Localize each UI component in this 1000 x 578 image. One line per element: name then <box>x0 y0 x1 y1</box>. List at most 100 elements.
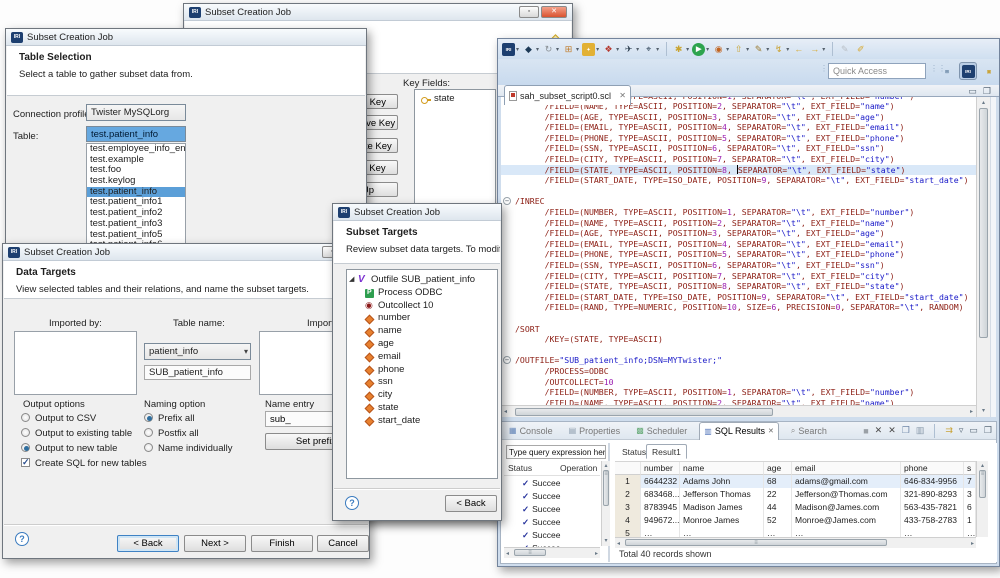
close-button[interactable]: ✕ <box>541 6 567 18</box>
panel-tab[interactable]: ▥ SQL Results ✕ <box>699 422 779 440</box>
quick-access-input[interactable] <box>828 63 926 79</box>
minimize-button[interactable]: ▫ <box>519 6 539 18</box>
column-header[interactable] <box>615 462 641 475</box>
editor-window-controls[interactable]: ▭❐ <box>968 86 991 97</box>
wizard-button[interactable]: Next > <box>184 535 246 552</box>
sql-table[interactable]: numbernameageemailphones16644232Adams Jo… <box>615 461 976 537</box>
table-combo[interactable]: test.patient_info <box>86 126 186 142</box>
column-header[interactable]: age <box>764 462 792 475</box>
table-row[interactable]: 16644232Adams John68adams@gmail.com646-8… <box>615 475 976 488</box>
chevron-down-icon[interactable]: ▾ <box>516 46 519 53</box>
fold-icon[interactable]: − <box>503 197 511 205</box>
chevron-down-icon[interactable]: ▾ <box>556 46 559 53</box>
remove-launch-icon[interactable]: ✕ <box>875 425 883 436</box>
chevron-down-icon[interactable]: ▾ <box>616 46 619 53</box>
new-project-icon[interactable]: ⊞ ▾ <box>562 43 579 56</box>
radio-option[interactable]: Prefix all <box>144 413 194 425</box>
status-row[interactable]: ✓Succee <box>504 477 600 490</box>
wizard-button[interactable]: Cancel <box>317 535 369 552</box>
open-perspective-icon[interactable]: ⊞ <box>938 62 956 80</box>
minimize-panel-icon[interactable]: ▭ <box>969 425 978 436</box>
column-header[interactable]: email <box>792 462 901 475</box>
new-table-name-field[interactable]: SUB_patient_info <box>144 365 251 380</box>
tree-item[interactable]: Outcollect 10 <box>347 300 497 313</box>
chevron-down-icon[interactable]: ▾ <box>706 46 709 53</box>
back-button[interactable]: < Back <box>445 495 497 512</box>
status-row[interactable]: ✓Succee <box>504 503 600 516</box>
tree-item[interactable]: start_date <box>347 415 497 428</box>
sync-icon[interactable]: ↻ ▾ <box>542 43 559 56</box>
status-table-header[interactable]: Status Operation <box>504 461 600 476</box>
status-vertical-scrollbar[interactable]: ▴ ≡ ▾ <box>601 461 610 546</box>
create-sql-checkbox[interactable]: Create SQL for new tables <box>21 458 147 470</box>
chevron-down-icon[interactable]: ▾ <box>536 46 539 53</box>
run-config-icon[interactable]: ◉ ▾ <box>712 43 729 56</box>
close-tab-icon[interactable]: ✕ <box>619 91 626 100</box>
inspect-icon[interactable]: ⌖ ▾ <box>642 43 659 56</box>
table-row[interactable]: 2683468...Jefferson Thomas22Jefferson@Th… <box>615 488 976 501</box>
wizard-button[interactable]: < Back <box>117 535 179 552</box>
chevron-down-icon[interactable]: ▾ <box>576 46 579 53</box>
radio-option[interactable]: Output to CSV <box>21 413 96 425</box>
panel-tab[interactable]: ▤ Properties <box>565 422 625 440</box>
view-menu-icon[interactable]: ▿ <box>959 425 964 436</box>
maximize-panel-icon[interactable]: ❐ <box>984 425 992 436</box>
tree-item[interactable]: state <box>347 402 497 415</box>
table-row[interactable]: 5……………… <box>615 527 976 537</box>
results-horizontal-scrollbar[interactable]: ◂ ≡ ▸ <box>615 537 976 548</box>
export-icon[interactable]: ⇧ ▾ <box>732 43 749 56</box>
tree-item[interactable]: ssn <box>347 376 497 389</box>
tree-item[interactable]: age <box>347 338 497 351</box>
operation-column-header[interactable]: Operation <box>560 463 597 473</box>
dart-icon[interactable]: ✈ ▾ <box>622 43 639 56</box>
tree-item[interactable]: number <box>347 312 497 325</box>
fold-icon[interactable]: − <box>503 356 511 364</box>
chevron-down-icon[interactable]: ▾ <box>822 46 825 53</box>
tree-item[interactable]: ◢ Outfile SUB_patient_info <box>347 274 497 287</box>
tree-item[interactable]: phone <box>347 364 497 377</box>
tree-item[interactable]: name <box>347 325 497 338</box>
iri-perspective-button[interactable]: IRI <box>959 62 977 80</box>
imported-by-listbox[interactable] <box>14 331 137 395</box>
key-field-item[interactable]: state <box>415 93 495 106</box>
tree-item[interactable]: email <box>347 351 497 364</box>
connection-profile-combo[interactable]: Twister MySQLorg <box>86 104 186 121</box>
table-row[interactable]: 4949672...Monroe James52Monroe@James.com… <box>615 514 976 527</box>
chevron-down-icon[interactable]: ▾ <box>656 46 659 53</box>
radio-option[interactable]: Postfix all <box>144 428 199 440</box>
help-button[interactable]: ? <box>15 532 29 546</box>
help-button[interactable]: ? <box>345 496 359 510</box>
column-header[interactable]: number <box>641 462 680 475</box>
wizard-button[interactable]: Finish <box>251 535 313 552</box>
chevron-down-icon[interactable]: ▾ <box>726 46 729 53</box>
result-tab[interactable]: Result1 <box>646 444 687 459</box>
pin-console-icon[interactable]: ❐ <box>902 425 910 436</box>
chevron-down-icon[interactable]: ▾ <box>786 46 789 53</box>
panel-tab[interactable]: ▩ Scheduler <box>632 422 691 440</box>
chevron-down-icon[interactable]: ▾ <box>636 46 639 53</box>
status-column-header[interactable]: Status <box>508 463 532 473</box>
tree-item[interactable]: city <box>347 389 497 402</box>
panel-tab[interactable]: ⌕ Search <box>787 422 831 440</box>
tree-item[interactable]: Process ODBC <box>347 287 497 300</box>
table-header[interactable]: numbernameageemailphones <box>615 462 976 475</box>
status-row[interactable]: ✓Succee <box>504 529 600 542</box>
sort-dialog-titlebar[interactable]: IRI Subset Creation Job ▫ ✕ <box>184 4 572 21</box>
brush-icon[interactable]: ✎ ▾ <box>752 43 769 56</box>
chevron-down-icon[interactable]: ▾ <box>766 46 769 53</box>
table-name-combo[interactable]: patient_info▾ <box>144 343 251 360</box>
new-job-icon[interactable]: ◆ ▾ <box>522 43 539 56</box>
save-output-icon[interactable]: ▥ <box>916 425 925 436</box>
subset-targets-tree[interactable]: ◢ Outfile SUB_patient_info Process ODBC <box>346 269 498 479</box>
subset-targets-titlebar[interactable]: IRI Subset Creation Job <box>333 204 501 221</box>
resource-perspective-icon[interactable]: ▣ <box>980 62 998 80</box>
radio-option[interactable]: Name individually <box>144 443 232 455</box>
edit-icon[interactable]: ✎ <box>838 43 851 56</box>
run-icon[interactable]: ▶ ▾ <box>692 43 709 56</box>
editor-horizontal-scrollbar[interactable]: ◂ ▸ <box>501 405 976 417</box>
forward-icon[interactable]: → ▾ <box>808 43 825 56</box>
column-header[interactable]: s <box>964 462 976 475</box>
close-view-icon[interactable]: ✕ <box>768 427 774 435</box>
wand-icon[interactable]: ✱ ▾ <box>672 43 689 56</box>
iri-menu-icon[interactable]: IRI ▾ <box>502 43 519 56</box>
